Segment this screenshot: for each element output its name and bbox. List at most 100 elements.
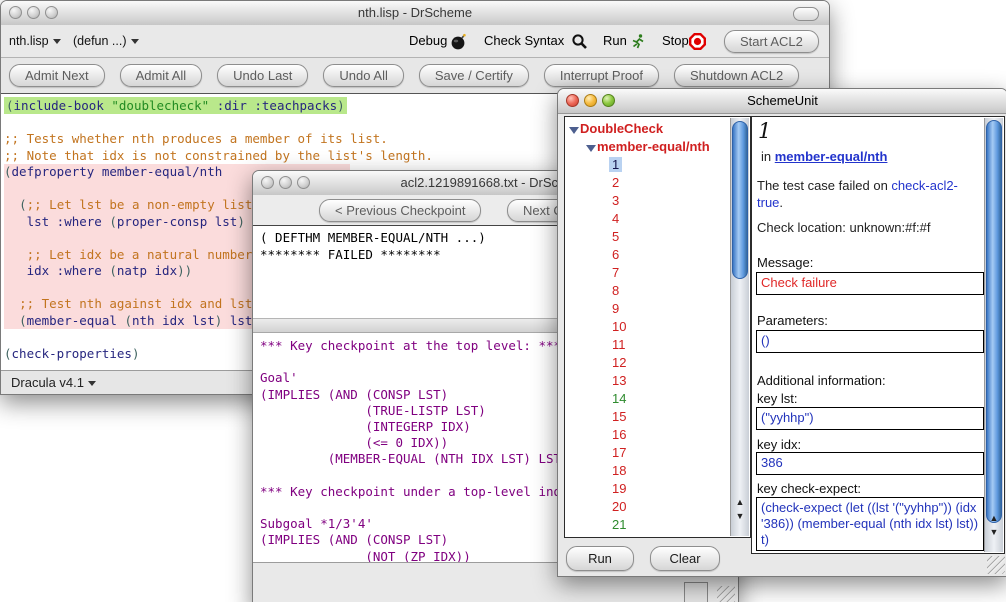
undo-last-button[interactable]: Undo Last (217, 64, 308, 87)
test-case-label: 3 (609, 193, 622, 208)
test-case-1[interactable]: 1 (565, 156, 750, 174)
test-case-label: 9 (609, 301, 622, 316)
case-number: 1 (758, 119, 771, 143)
key-idx-field[interactable]: 386 (756, 452, 984, 475)
clear-button[interactable]: Clear (650, 546, 720, 571)
admit-next-button[interactable]: Admit Next (9, 64, 105, 87)
debug-button[interactable]: Debug (409, 25, 447, 57)
bomb-icon[interactable] (450, 33, 467, 50)
test-case-label: 6 (609, 247, 622, 262)
test-case-label: 17 (609, 445, 629, 460)
vertical-scrollbar[interactable]: ▲ ▼ (730, 118, 749, 536)
tree-node-doublecheck[interactable]: DoubleCheck (565, 120, 750, 138)
test-case-9[interactable]: 9 (565, 300, 750, 318)
toolbar-toggle-button[interactable] (793, 7, 819, 21)
test-case-label: 16 (609, 427, 629, 442)
test-case-11[interactable]: 11 (565, 336, 750, 354)
key-lst-field[interactable]: ("yyhhp") (756, 407, 984, 430)
test-case-12[interactable]: 12 (565, 354, 750, 372)
message-label: Message: (757, 255, 813, 270)
shutdown-acl2-button[interactable]: Shutdown ACL2 (674, 64, 799, 87)
test-case-label: 19 (609, 481, 629, 496)
resize-grip[interactable] (987, 556, 1005, 574)
chevron-down-icon (53, 39, 61, 44)
failure-description: The test case failed on check-acl2-true. (757, 177, 983, 211)
titlebar[interactable]: SchemeUnit (558, 89, 1006, 114)
key-idx-label: key idx: (757, 437, 801, 452)
proof-summary-text: ( DEFTHM MEMBER-EQUAL/NTH ...) ******** … (260, 230, 486, 263)
disclosure-triangle-icon[interactable] (569, 127, 579, 134)
admit-all-button[interactable]: Admit All (120, 64, 203, 87)
stop-sign-icon[interactable] (688, 32, 707, 51)
run-tests-button[interactable]: Run (566, 546, 634, 571)
test-case-5[interactable]: 5 (565, 228, 750, 246)
test-case-8[interactable]: 8 (565, 282, 750, 300)
test-case-16[interactable]: 16 (565, 426, 750, 444)
parameters-label: Parameters: (757, 313, 828, 328)
chevron-down-icon (131, 39, 139, 44)
interrupt-proof-button[interactable]: Interrupt Proof (544, 64, 659, 87)
test-case-label: 20 (609, 499, 629, 514)
previous-checkpoint-button[interactable]: < Previous Checkpoint (319, 199, 481, 222)
save-certify-button[interactable]: Save / Certify (419, 64, 529, 87)
additional-info-label: Additional information: (757, 373, 886, 388)
footer-box-icon (684, 582, 708, 602)
chevron-down-icon (88, 381, 96, 386)
test-case-20[interactable]: 20 (565, 498, 750, 516)
runner-icon[interactable] (629, 33, 646, 50)
test-case-10[interactable]: 10 (565, 318, 750, 336)
undo-all-button[interactable]: Undo All (323, 64, 403, 87)
scrollbar-thumb[interactable] (732, 121, 748, 279)
test-case-19[interactable]: 19 (565, 480, 750, 498)
vertical-scrollbar[interactable]: ▲ ▼ (984, 118, 1003, 552)
test-case-6[interactable]: 6 (565, 246, 750, 264)
message-field[interactable]: Check failure (756, 272, 984, 295)
window-title: SchemeUnit (558, 89, 1006, 113)
check-syntax-button[interactable]: Check Syntax (484, 25, 564, 57)
key-check-expect-field[interactable]: (check-expect (let ((lst '("yyhhp")) (id… (756, 497, 984, 551)
test-case-label: 12 (609, 355, 629, 370)
test-tree-panel: DoubleCheck member-equal/nth 12 3 4 5 6 78 9 10… (564, 116, 751, 538)
scroll-down-arrow[interactable]: ▼ (985, 526, 1003, 539)
test-case-label: 2 (609, 175, 622, 190)
drscheme-toolbar: nth.lisp (defun ...) Debug Check Syntax … (1, 25, 829, 57)
test-case-label: 14 (609, 391, 629, 406)
resize-grip[interactable] (717, 586, 735, 602)
window-schemeunit: SchemeUnit DoubleCheck member-equal/nth … (557, 88, 1006, 577)
test-case-3[interactable]: 3 (565, 192, 750, 210)
tree-node-member-equal-nth[interactable]: member-equal/nth (565, 138, 750, 156)
test-case-17[interactable]: 17 (565, 444, 750, 462)
case-link[interactable]: member-equal/nth (775, 149, 888, 164)
test-case-label: 15 (609, 409, 629, 424)
test-case-18[interactable]: 18 (565, 462, 750, 480)
test-case-14[interactable]: 14 (565, 390, 750, 408)
file-dropdown[interactable]: nth.lisp (9, 25, 61, 57)
run-button[interactable]: Run (603, 25, 627, 57)
check-location: Check location: unknown:#f:#f (757, 220, 930, 235)
key-check-expect-label: key check-expect: (757, 481, 861, 496)
magnifier-icon[interactable] (571, 33, 588, 50)
test-case-label: 4 (609, 211, 622, 226)
scrollbar-thumb[interactable] (986, 120, 1002, 523)
test-case-13[interactable]: 13 (565, 372, 750, 390)
defun-dropdown[interactable]: (defun ...) (73, 25, 139, 57)
key-lst-label: key lst: (757, 391, 797, 406)
scroll-up-arrow[interactable]: ▲ (985, 512, 1003, 525)
start-acl2-button[interactable]: Start ACL2 (724, 30, 819, 53)
disclosure-triangle-icon[interactable] (586, 145, 596, 152)
test-case-21[interactable]: 21 (565, 516, 750, 534)
scroll-up-arrow[interactable]: ▲ (731, 496, 749, 509)
desktop: nth.lisp - DrScheme nth.lisp (defun ...)… (0, 0, 1006, 602)
parameters-field[interactable]: () (756, 330, 984, 353)
test-case-2[interactable]: 2 (565, 174, 750, 192)
test-case-15[interactable]: 15 (565, 408, 750, 426)
scroll-down-arrow[interactable]: ▼ (731, 510, 749, 523)
test-case-4[interactable]: 4 (565, 210, 750, 228)
test-case-7[interactable]: 7 (565, 264, 750, 282)
test-case-label: 8 (609, 283, 622, 298)
titlebar[interactable]: nth.lisp - DrScheme (1, 1, 829, 26)
test-case-label: 13 (609, 373, 629, 388)
test-case-label: 18 (609, 463, 629, 478)
test-case-label: 5 (609, 229, 622, 244)
stop-button[interactable]: Stop (662, 25, 689, 57)
